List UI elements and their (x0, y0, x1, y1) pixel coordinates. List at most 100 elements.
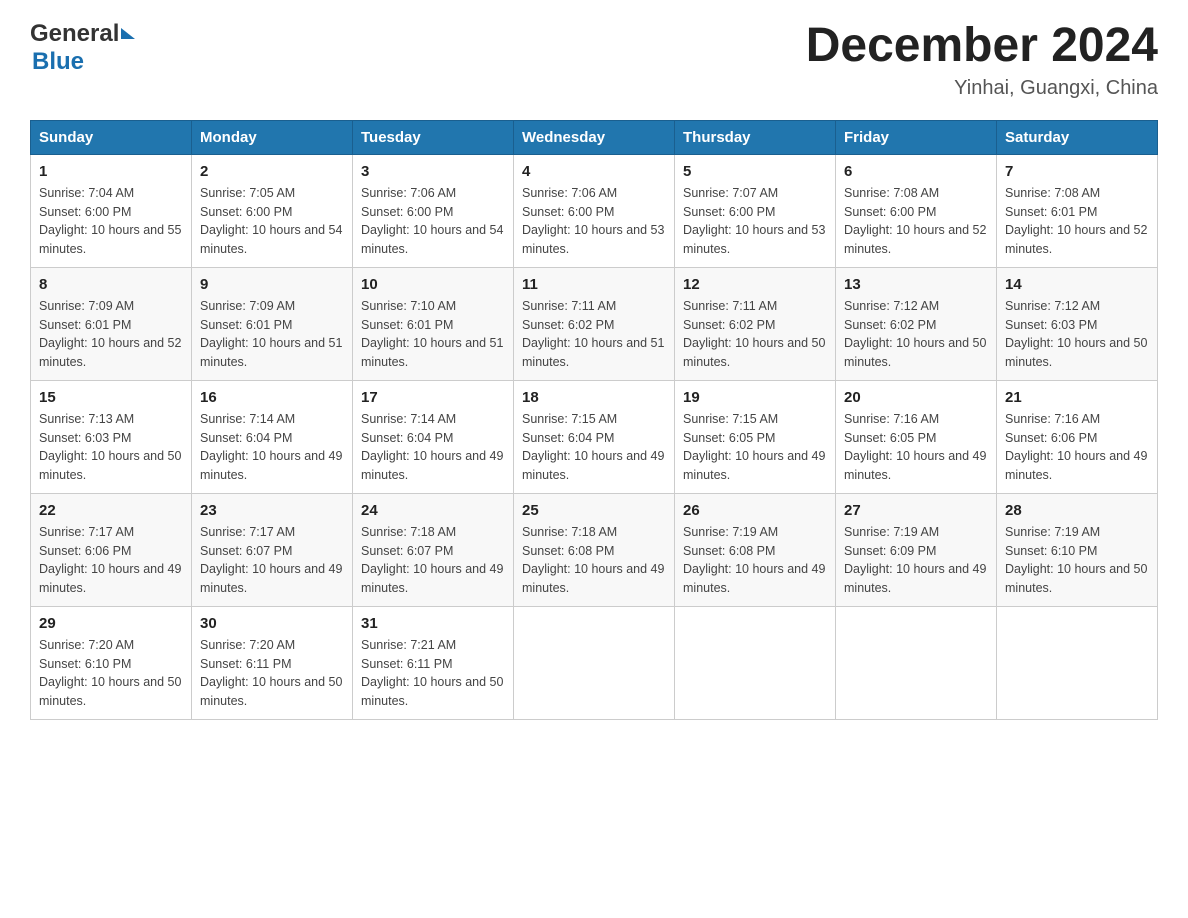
day-number: 5 (683, 163, 827, 180)
day-number: 1 (39, 163, 183, 180)
day-cell: 16Sunrise: 7:14 AMSunset: 6:04 PMDayligh… (192, 380, 353, 493)
day-info: Sunrise: 7:17 AMSunset: 6:07 PMDaylight:… (200, 523, 344, 598)
day-cell (514, 606, 675, 719)
day-cell: 31 Sunrise: 7:21 AMSunset: 6:11 PMDayligh… (353, 606, 514, 719)
day-cell (675, 606, 836, 719)
day-cell: 25 Sunrise: 7:18 AMSunset: 6:08 PMDayligh… (514, 493, 675, 606)
day-info: Sunrise: 7:15 AMSunset: 6:05 PMDaylight:… (683, 410, 827, 485)
week-row-5: 29 Sunrise: 7:20 AMSunset: 6:10 PMDayligh… (31, 606, 1158, 719)
column-header-thursday: Thursday (675, 120, 836, 154)
day-cell: 29 Sunrise: 7:20 AMSunset: 6:10 PMDayligh… (31, 606, 192, 719)
day-info: Sunrise: 7:14 AMSunset: 6:04 PMDaylight:… (200, 410, 344, 485)
day-cell: 23Sunrise: 7:17 AMSunset: 6:07 PMDayligh… (192, 493, 353, 606)
day-info: Sunrise: 7:11 AMSunset: 6:02 PMDaylight:… (522, 297, 666, 372)
day-number: 28 (1005, 502, 1149, 519)
day-info: Sunrise: 7:08 AMSunset: 6:00 PMDaylight:… (844, 184, 988, 259)
day-cell: 24 Sunrise: 7:18 AMSunset: 6:07 PMDayligh… (353, 493, 514, 606)
day-number: 22 (39, 502, 183, 519)
day-cell: 19 Sunrise: 7:15 AMSunset: 6:05 PMDayligh… (675, 380, 836, 493)
week-row-2: 8 Sunrise: 7:09 AMSunset: 6:01 PMDaylight… (31, 267, 1158, 380)
calendar-header-row: SundayMondayTuesdayWednesdayThursdayFrid… (31, 120, 1158, 154)
calendar-table: SundayMondayTuesdayWednesdayThursdayFrid… (30, 120, 1158, 720)
day-info: Sunrise: 7:12 AMSunset: 6:02 PMDaylight:… (844, 297, 988, 372)
day-info: Sunrise: 7:18 AMSunset: 6:07 PMDaylight:… (361, 523, 505, 598)
day-info: Sunrise: 7:12 AMSunset: 6:03 PMDaylight:… (1005, 297, 1149, 372)
day-info: Sunrise: 7:20 AMSunset: 6:11 PMDaylight:… (200, 636, 344, 711)
day-number: 29 (39, 615, 183, 632)
day-number: 2 (200, 163, 344, 180)
day-cell: 26Sunrise: 7:19 AMSunset: 6:08 PMDayligh… (675, 493, 836, 606)
day-number: 4 (522, 163, 666, 180)
day-info: Sunrise: 7:07 AMSunset: 6:00 PMDaylight:… (683, 184, 827, 259)
day-number: 15 (39, 389, 183, 406)
logo-general-text: General (30, 20, 119, 48)
week-row-1: 1 Sunrise: 7:04 AMSunset: 6:00 PMDaylight… (31, 154, 1158, 267)
day-info: Sunrise: 7:04 AMSunset: 6:00 PMDaylight:… (39, 184, 183, 259)
day-number: 25 (522, 502, 666, 519)
day-cell: 5 Sunrise: 7:07 AMSunset: 6:00 PMDaylight… (675, 154, 836, 267)
day-cell (997, 606, 1158, 719)
day-cell (836, 606, 997, 719)
day-info: Sunrise: 7:16 AMSunset: 6:06 PMDaylight:… (1005, 410, 1149, 485)
day-info: Sunrise: 7:06 AMSunset: 6:00 PMDaylight:… (522, 184, 666, 259)
page-header: General Blue December 2024 Yinhai, Guang… (30, 20, 1158, 100)
day-number: 31 (361, 615, 505, 632)
day-number: 6 (844, 163, 988, 180)
column-header-wednesday: Wednesday (514, 120, 675, 154)
day-info: Sunrise: 7:16 AMSunset: 6:05 PMDaylight:… (844, 410, 988, 485)
day-cell: 21 Sunrise: 7:16 AMSunset: 6:06 PMDayligh… (997, 380, 1158, 493)
day-cell: 30 Sunrise: 7:20 AMSunset: 6:11 PMDayligh… (192, 606, 353, 719)
day-info: Sunrise: 7:21 AMSunset: 6:11 PMDaylight:… (361, 636, 505, 711)
day-cell: 4 Sunrise: 7:06 AMSunset: 6:00 PMDaylight… (514, 154, 675, 267)
day-number: 24 (361, 502, 505, 519)
day-number: 27 (844, 502, 988, 519)
day-cell: 18 Sunrise: 7:15 AMSunset: 6:04 PMDayligh… (514, 380, 675, 493)
day-info: Sunrise: 7:19 AMSunset: 6:09 PMDaylight:… (844, 523, 988, 598)
day-number: 9 (200, 276, 344, 293)
day-number: 13 (844, 276, 988, 293)
week-row-3: 15Sunrise: 7:13 AMSunset: 6:03 PMDayligh… (31, 380, 1158, 493)
logo-blue-text: Blue (32, 48, 84, 75)
column-header-saturday: Saturday (997, 120, 1158, 154)
day-number: 30 (200, 615, 344, 632)
month-title: December 2024 (806, 20, 1158, 73)
day-cell: 13 Sunrise: 7:12 AMSunset: 6:02 PMDayligh… (836, 267, 997, 380)
day-info: Sunrise: 7:09 AMSunset: 6:01 PMDaylight:… (200, 297, 344, 372)
day-number: 12 (683, 276, 827, 293)
week-row-4: 22 Sunrise: 7:17 AMSunset: 6:06 PMDayligh… (31, 493, 1158, 606)
day-info: Sunrise: 7:15 AMSunset: 6:04 PMDaylight:… (522, 410, 666, 485)
day-cell: 1 Sunrise: 7:04 AMSunset: 6:00 PMDaylight… (31, 154, 192, 267)
day-number: 7 (1005, 163, 1149, 180)
day-info: Sunrise: 7:17 AMSunset: 6:06 PMDaylight:… (39, 523, 183, 598)
day-info: Sunrise: 7:09 AMSunset: 6:01 PMDaylight:… (39, 297, 183, 372)
day-cell: 9 Sunrise: 7:09 AMSunset: 6:01 PMDaylight… (192, 267, 353, 380)
day-cell: 17Sunrise: 7:14 AMSunset: 6:04 PMDayligh… (353, 380, 514, 493)
day-info: Sunrise: 7:10 AMSunset: 6:01 PMDaylight:… (361, 297, 505, 372)
day-number: 21 (1005, 389, 1149, 406)
day-cell: 12 Sunrise: 7:11 AMSunset: 6:02 PMDayligh… (675, 267, 836, 380)
day-number: 18 (522, 389, 666, 406)
day-cell: 22 Sunrise: 7:17 AMSunset: 6:06 PMDayligh… (31, 493, 192, 606)
day-cell: 10 Sunrise: 7:10 AMSunset: 6:01 PMDayligh… (353, 267, 514, 380)
logo-triangle-icon (121, 28, 135, 39)
day-info: Sunrise: 7:18 AMSunset: 6:08 PMDaylight:… (522, 523, 666, 598)
day-cell: 27 Sunrise: 7:19 AMSunset: 6:09 PMDayligh… (836, 493, 997, 606)
day-cell: 7Sunrise: 7:08 AMSunset: 6:01 PMDaylight… (997, 154, 1158, 267)
day-number: 8 (39, 276, 183, 293)
day-cell: 11 Sunrise: 7:11 AMSunset: 6:02 PMDayligh… (514, 267, 675, 380)
day-info: Sunrise: 7:11 AMSunset: 6:02 PMDaylight:… (683, 297, 827, 372)
day-info: Sunrise: 7:19 AMSunset: 6:08 PMDaylight:… (683, 523, 827, 598)
header-right: December 2024 Yinhai, Guangxi, China (806, 20, 1158, 100)
day-cell: 8 Sunrise: 7:09 AMSunset: 6:01 PMDaylight… (31, 267, 192, 380)
day-info: Sunrise: 7:14 AMSunset: 6:04 PMDaylight:… (361, 410, 505, 485)
day-info: Sunrise: 7:20 AMSunset: 6:10 PMDaylight:… (39, 636, 183, 711)
day-number: 3 (361, 163, 505, 180)
location: Yinhai, Guangxi, China (806, 77, 1158, 100)
column-header-friday: Friday (836, 120, 997, 154)
day-number: 11 (522, 276, 666, 293)
day-cell: 15Sunrise: 7:13 AMSunset: 6:03 PMDayligh… (31, 380, 192, 493)
day-info: Sunrise: 7:06 AMSunset: 6:00 PMDaylight:… (361, 184, 505, 259)
day-number: 10 (361, 276, 505, 293)
day-cell: 28Sunrise: 7:19 AMSunset: 6:10 PMDayligh… (997, 493, 1158, 606)
day-number: 19 (683, 389, 827, 406)
